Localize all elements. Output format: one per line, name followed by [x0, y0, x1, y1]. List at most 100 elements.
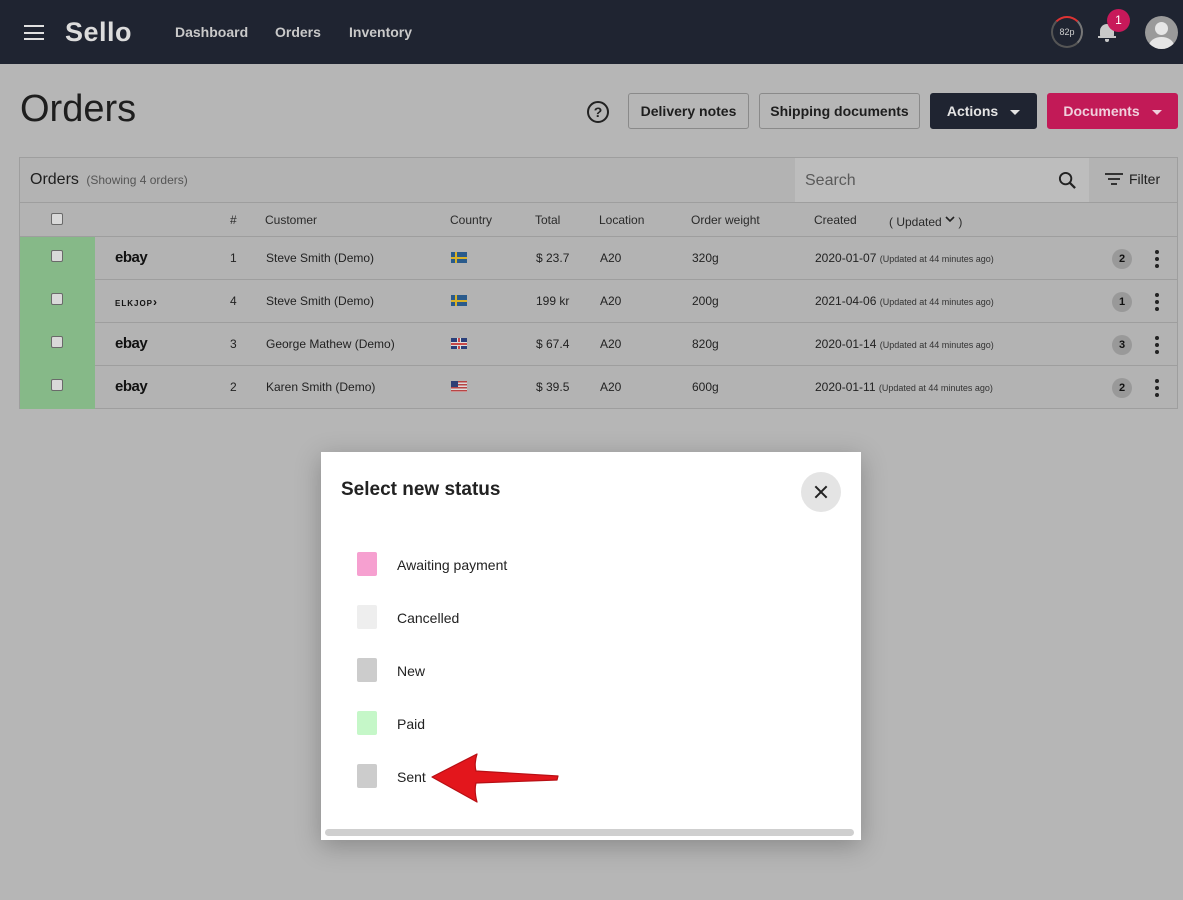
- status-option-new[interactable]: New: [357, 658, 777, 686]
- status-label: Paid: [397, 716, 426, 732]
- more-vert-icon[interactable]: [1150, 379, 1164, 397]
- filter-icon: [1105, 173, 1123, 186]
- row-checkbox[interactable]: [51, 379, 63, 391]
- caret-down-icon: [1010, 109, 1021, 115]
- status-dialog: Select new status Awaiting payment Cance…: [321, 452, 861, 840]
- column-number[interactable]: #: [230, 213, 237, 227]
- status-option-paid[interactable]: Paid: [357, 711, 777, 739]
- column-total[interactable]: Total: [535, 213, 560, 227]
- row-checkbox[interactable]: [51, 293, 63, 305]
- nav-orders[interactable]: Orders: [275, 24, 321, 40]
- status-label: Awaiting payment: [397, 557, 508, 573]
- question-circle-icon[interactable]: ?: [587, 101, 609, 123]
- order-created: 2020-01-14 (Updated at 44 minutes ago): [815, 337, 994, 351]
- order-location: A20: [600, 294, 622, 308]
- customer-name[interactable]: Steve Smith (Demo): [266, 294, 374, 308]
- status-label: New: [397, 663, 426, 679]
- customer-name[interactable]: Steve Smith (Demo): [266, 251, 374, 265]
- updated-time: (Updated at 44 minutes ago): [878, 383, 993, 393]
- documents-button[interactable]: Documents: [1047, 93, 1178, 129]
- search-icon[interactable]: [1058, 171, 1077, 190]
- red-arrow-icon: [431, 753, 559, 803]
- created-date: 2020-01-07: [815, 251, 877, 265]
- table-row[interactable]: ebay 2 Karen Smith (Demo) $ 39.5 A20 600…: [20, 366, 1177, 409]
- order-total: $ 67.4: [536, 337, 570, 351]
- search-input[interactable]: [805, 170, 1045, 192]
- close-icon[interactable]: [801, 472, 841, 512]
- order-weight: 320g: [692, 251, 719, 265]
- item-count-badge: 1: [1112, 292, 1132, 312]
- select-all-checkbox[interactable]: [51, 213, 63, 225]
- nav-dashboard[interactable]: Dashboard: [175, 24, 248, 40]
- elkjop-logo: ELKJOP›: [115, 295, 158, 309]
- order-created: 2021-04-06 (Updated at 44 minutes ago): [815, 294, 994, 308]
- column-location[interactable]: Location: [599, 213, 644, 227]
- created-date: 2021-04-06: [815, 294, 877, 308]
- flag-us-icon: [451, 381, 467, 392]
- order-number: 4: [230, 294, 237, 308]
- column-created[interactable]: Created: [814, 213, 857, 227]
- filter-button[interactable]: Filter: [1105, 171, 1160, 187]
- status-option-cancelled[interactable]: Cancelled: [357, 605, 777, 633]
- status-swatch: [357, 605, 377, 629]
- flag-se-icon: [451, 252, 467, 263]
- created-date: 2020-01-14: [815, 337, 877, 351]
- page-title: Orders: [20, 88, 137, 130]
- order-created: 2020-01-07 (Updated at 44 minutes ago): [815, 251, 994, 265]
- status-swatch: [357, 711, 377, 735]
- avatar[interactable]: [1145, 16, 1178, 49]
- status-option-awaiting-payment[interactable]: Awaiting payment: [357, 552, 777, 580]
- item-count-badge: 2: [1112, 249, 1132, 269]
- order-weight: 600g: [692, 380, 719, 394]
- more-vert-icon[interactable]: [1150, 336, 1164, 354]
- nav-inventory[interactable]: Inventory: [349, 24, 412, 40]
- item-count-badge: 2: [1112, 378, 1132, 398]
- table-row[interactable]: ELKJOP› 4 Steve Smith (Demo) 199 kr A20 …: [20, 280, 1177, 323]
- delivery-notes-button[interactable]: Delivery notes: [628, 93, 749, 129]
- order-weight: 200g: [692, 294, 719, 308]
- column-weight[interactable]: Order weight: [691, 213, 760, 227]
- app-logo[interactable]: Sello: [65, 17, 132, 48]
- status-label: Sent: [397, 769, 426, 785]
- score-indicator[interactable]: 82p: [1051, 16, 1083, 48]
- horizontal-scrollbar[interactable]: [325, 829, 854, 836]
- ebay-logo: ebay: [115, 378, 148, 395]
- orders-title: Orders (Showing 4 orders): [30, 171, 188, 189]
- search-box: [795, 158, 1089, 202]
- order-location: A20: [600, 380, 622, 394]
- order-location: A20: [600, 337, 622, 351]
- order-number: 3: [230, 337, 237, 351]
- shipping-documents-button[interactable]: Shipping documents: [759, 93, 920, 129]
- row-checkbox[interactable]: [51, 250, 63, 262]
- table-row[interactable]: ebay 1 Steve Smith (Demo) $ 23.7 A20 320…: [20, 237, 1177, 280]
- column-updated-close: ): [958, 215, 963, 229]
- chevron-down-icon: [945, 216, 955, 223]
- column-updated[interactable]: ( Updated ): [889, 215, 962, 229]
- caret-down-icon: [1151, 109, 1162, 115]
- updated-time: (Updated at 44 minutes ago): [879, 297, 994, 307]
- orders-count: (Showing 4 orders): [86, 173, 188, 187]
- actions-button[interactable]: Actions: [930, 93, 1037, 129]
- order-weight: 820g: [692, 337, 719, 351]
- top-bar: Sello Dashboard Orders Inventory 82p 1: [0, 0, 1183, 64]
- row-checkbox[interactable]: [51, 336, 63, 348]
- column-customer[interactable]: Customer: [265, 213, 317, 227]
- filter-label: Filter: [1129, 171, 1161, 187]
- status-swatch: [357, 658, 377, 682]
- notification-badge: 1: [1107, 9, 1130, 32]
- more-vert-icon[interactable]: [1150, 293, 1164, 311]
- column-country[interactable]: Country: [450, 213, 492, 227]
- documents-label: Documents: [1063, 103, 1140, 119]
- elkjop-logo-text: ELKJOP: [115, 299, 154, 308]
- updated-time: (Updated at 44 minutes ago): [879, 340, 994, 350]
- table-row[interactable]: ebay 3 George Mathew (Demo) $ 67.4 A20 8…: [20, 323, 1177, 366]
- more-vert-icon[interactable]: [1150, 250, 1164, 268]
- order-location: A20: [600, 251, 622, 265]
- menu-icon[interactable]: [24, 25, 44, 40]
- status-swatch: [357, 764, 377, 788]
- customer-name[interactable]: George Mathew (Demo): [266, 337, 395, 351]
- customer-name[interactable]: Karen Smith (Demo): [266, 380, 375, 394]
- order-number: 1: [230, 251, 237, 265]
- order-total: $ 23.7: [536, 251, 570, 265]
- status-option-sent[interactable]: Sent: [357, 764, 777, 792]
